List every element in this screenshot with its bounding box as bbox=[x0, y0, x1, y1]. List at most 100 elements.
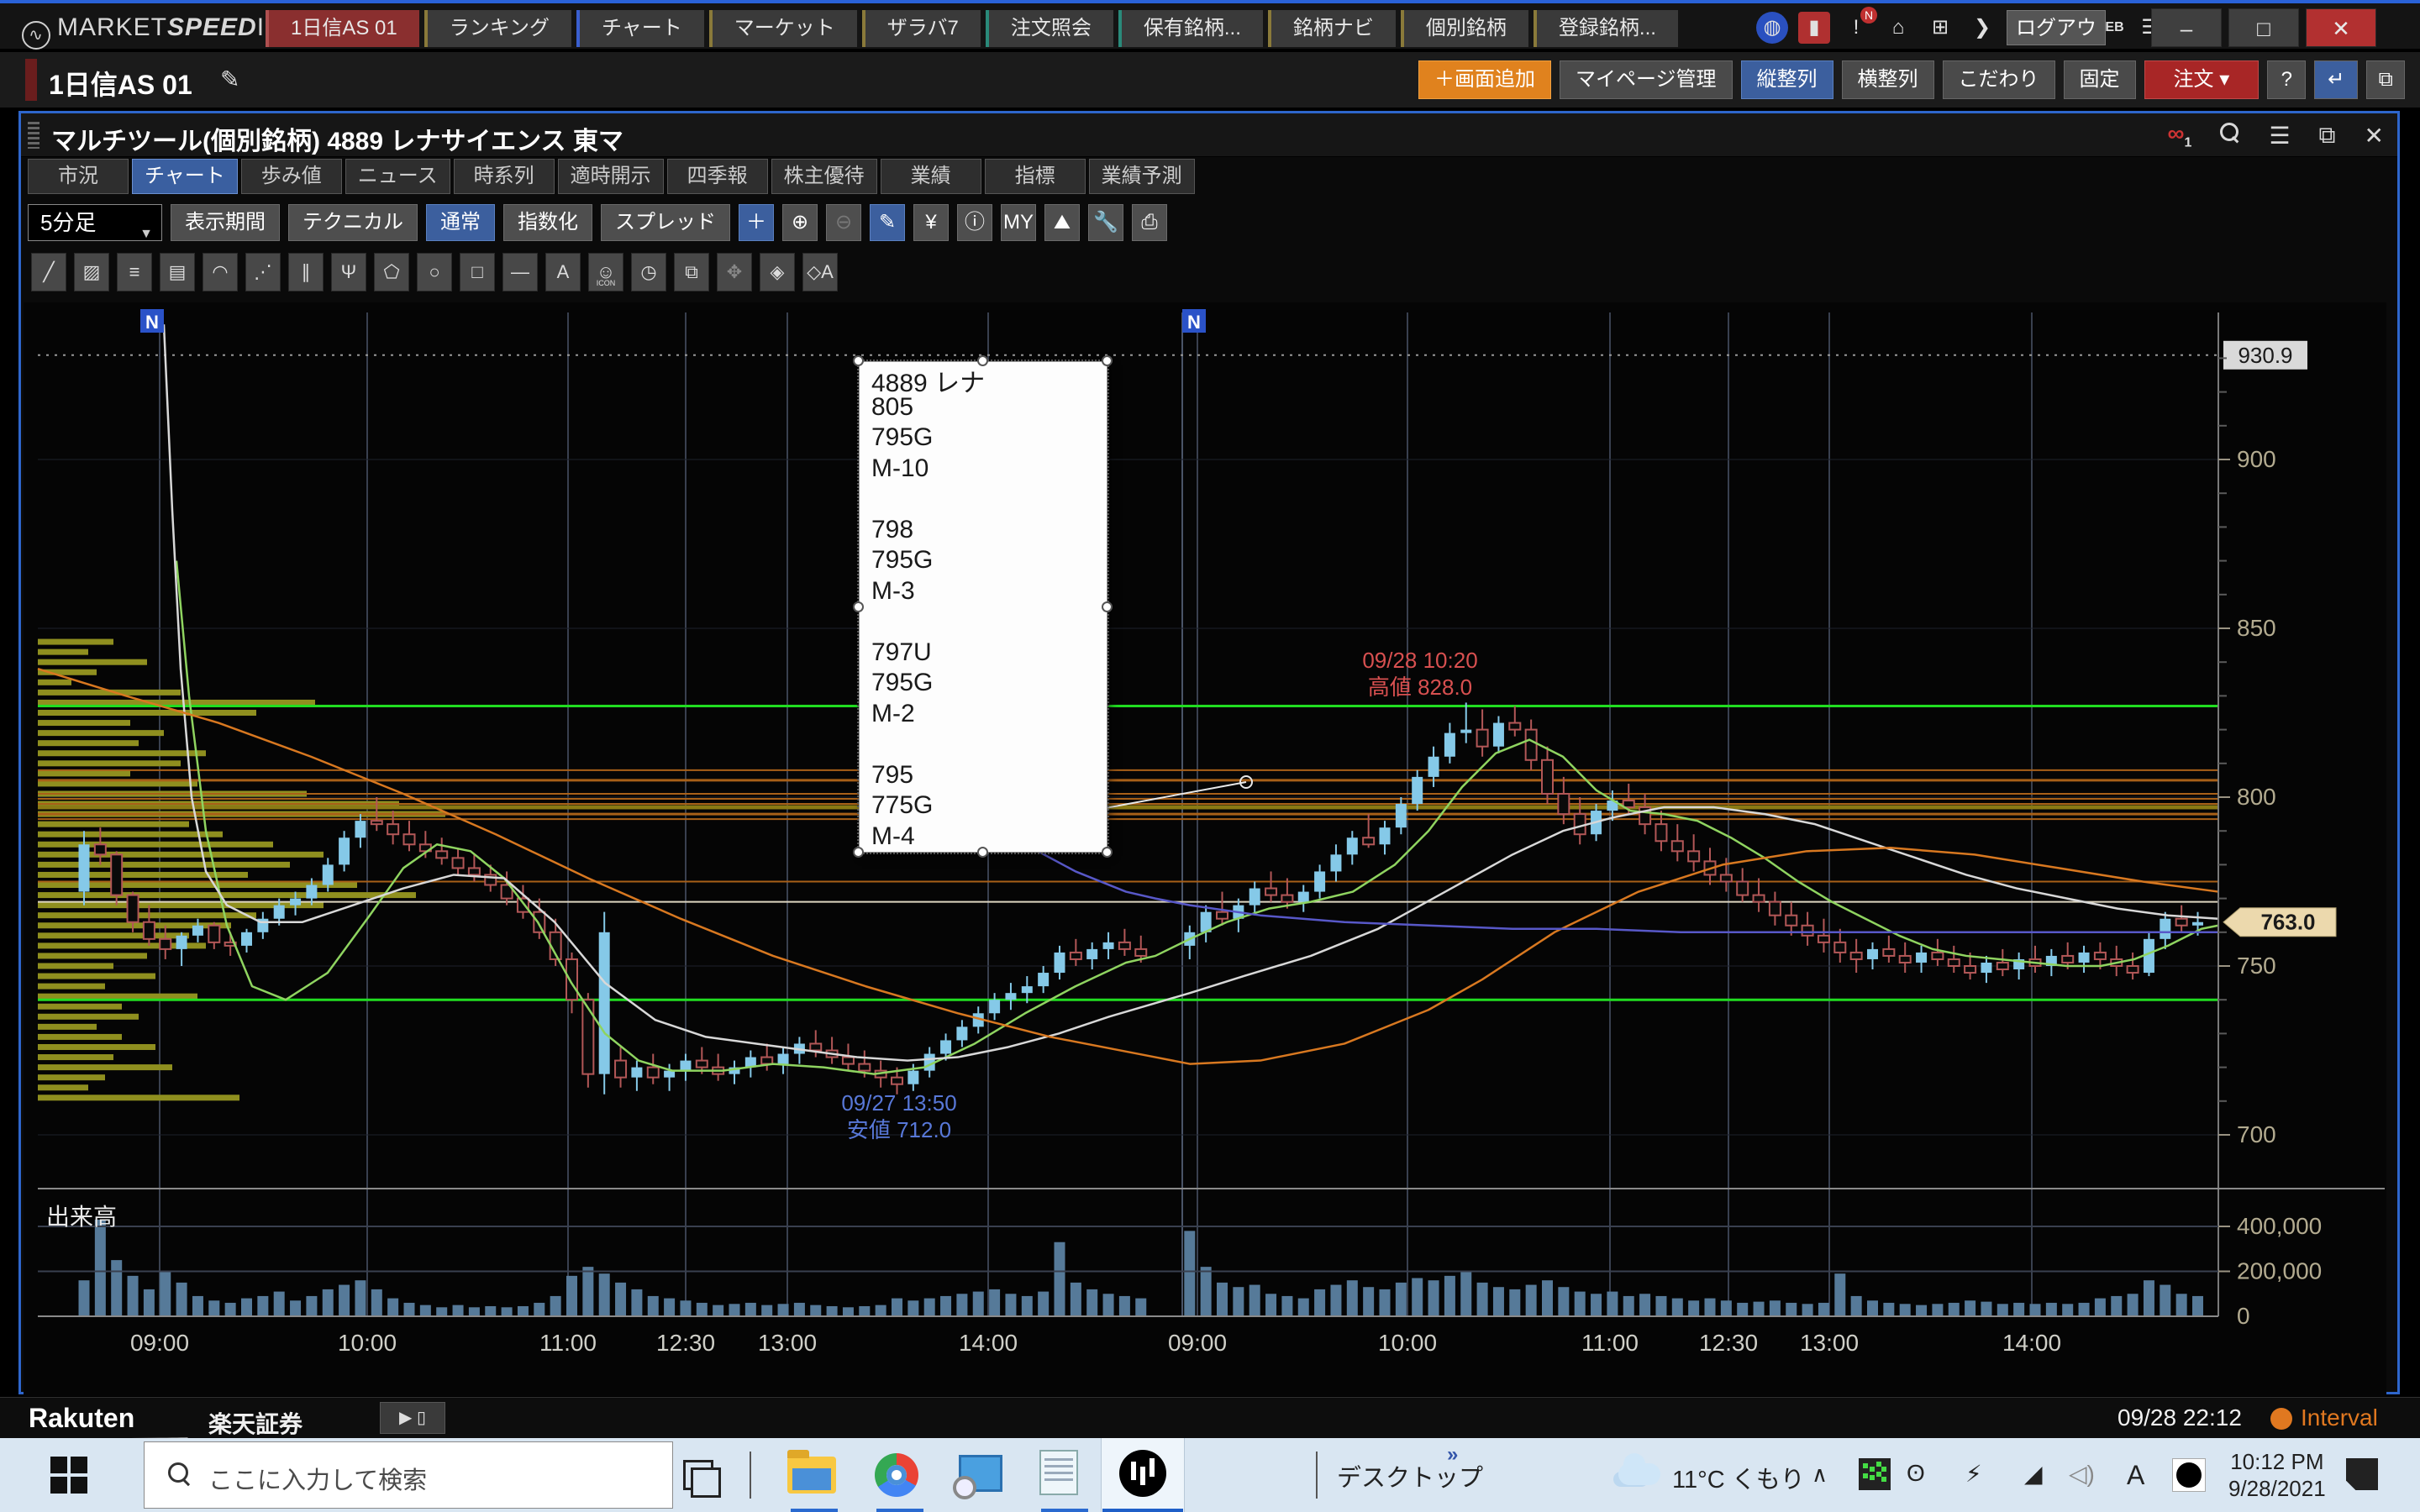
interval-select[interactable]: 5分足▼ bbox=[28, 204, 162, 241]
note-annotation[interactable]: 4889 レナ805795GM-10798795GM-3797U795GM-27… bbox=[859, 361, 1107, 853]
area-chart-icon[interactable]: ⛰ bbox=[1044, 204, 1080, 241]
workspace-button-注文 ▾[interactable]: 注文 ▾ bbox=[2144, 60, 2260, 99]
tab-時系列[interactable]: 時系列 bbox=[454, 159, 555, 194]
my-chart-icon[interactable]: MY bbox=[1001, 204, 1036, 241]
taskbar-clock[interactable]: 10:12 PM9/28/2021 bbox=[2228, 1448, 2326, 1502]
collapse-icon[interactable]: ❯ bbox=[1966, 12, 1998, 44]
pencil-icon[interactable]: ✎ bbox=[870, 204, 905, 241]
eraser-all-icon[interactable]: ◇A bbox=[802, 253, 838, 291]
hlines-3-icon[interactable]: ≡ bbox=[117, 253, 152, 291]
tray-marketspeed-icon[interactable] bbox=[2172, 1458, 2206, 1492]
notepad-icon[interactable] bbox=[1039, 1450, 1090, 1500]
selection-handle[interactable] bbox=[853, 847, 864, 858]
workspace-button-⧉[interactable]: ⧉ bbox=[2366, 60, 2405, 99]
close-icon[interactable]: ✕ bbox=[2365, 122, 2384, 150]
selection-handle[interactable] bbox=[853, 601, 864, 612]
circle-icon[interactable]: ○ bbox=[417, 253, 452, 291]
print-icon[interactable]: ⎙ bbox=[1132, 204, 1167, 241]
hlines-4-icon[interactable]: ▤ bbox=[160, 253, 195, 291]
tab-株主優待[interactable]: 株主優待 bbox=[771, 159, 877, 194]
zoom-in-icon[interactable]: ⊕ bbox=[782, 204, 818, 241]
pentagon-icon[interactable]: ⬠ bbox=[374, 253, 409, 291]
market-pulse-blue-icon[interactable]: ◍ bbox=[1756, 12, 1788, 44]
task-view-button[interactable] bbox=[683, 1460, 713, 1490]
tab-ニュース[interactable]: ニュース bbox=[345, 159, 450, 194]
weather-label[interactable]: 11°C くもり bbox=[1672, 1460, 1805, 1495]
crosshair-icon[interactable]: ＋ bbox=[739, 204, 774, 241]
selection-handle[interactable] bbox=[977, 847, 988, 858]
tray-power-icon[interactable]: ⚡ bbox=[1965, 1460, 1982, 1488]
logout-button[interactable]: ログアウト bbox=[2007, 10, 2106, 45]
cascade-icon[interactable]: ⧉ bbox=[2319, 122, 2336, 150]
workspace-button-↵[interactable]: ↵ bbox=[2314, 60, 2358, 99]
pitchfork-icon[interactable]: Ψ bbox=[331, 253, 366, 291]
app-tab-保有銘柄...[interactable]: 保有銘柄... bbox=[1118, 10, 1263, 47]
file-explorer-icon[interactable] bbox=[787, 1450, 838, 1500]
trendline-icon[interactable]: ╱ bbox=[31, 253, 66, 291]
app-tab-ザラバ7[interactable]: ザラバ7 bbox=[862, 10, 981, 47]
info-icon[interactable]: ⓘ bbox=[957, 204, 992, 241]
wrench-icon[interactable]: 🔧 bbox=[1088, 204, 1123, 241]
snip-icon[interactable] bbox=[959, 1450, 1009, 1500]
maximize-button[interactable]: □ bbox=[2228, 8, 2299, 47]
tab-業績予測[interactable]: 業績予測 bbox=[1089, 159, 1195, 194]
rect-icon[interactable]: □ bbox=[460, 253, 495, 291]
selection-handle[interactable] bbox=[853, 355, 864, 366]
notification-center-icon[interactable] bbox=[2346, 1458, 2378, 1490]
text-icon[interactable]: A bbox=[545, 253, 581, 291]
drag-grip-icon[interactable] bbox=[28, 122, 39, 149]
multitool-titlebar[interactable]: マルチツール(個別銘柄) 4889 レナサイエンス 東マ ∞1☰⧉✕ bbox=[21, 113, 2397, 157]
tab-指標[interactable]: 指標 bbox=[985, 159, 1086, 194]
app-tab-ランキング[interactable]: ランキング bbox=[424, 10, 571, 47]
clock-icon[interactable]: ◷ bbox=[631, 253, 666, 291]
yen-icon[interactable]: ¥ bbox=[913, 204, 949, 241]
app-tab-登録銘柄...[interactable]: 登録銘柄... bbox=[1534, 10, 1678, 47]
app-tab-注文照会[interactable]: 注文照会 bbox=[986, 10, 1113, 47]
price-chart[interactable]: 930.9900850800750700763.0400,000200,0000… bbox=[24, 302, 2386, 1396]
copy-icon[interactable]: ⧉ bbox=[674, 253, 709, 291]
app-tab-マーケット[interactable]: マーケット bbox=[709, 10, 857, 47]
app-tab-チャート[interactable]: チャート bbox=[576, 10, 704, 47]
selection-handle[interactable] bbox=[977, 355, 988, 366]
tab-業績[interactable]: 業績 bbox=[881, 159, 981, 194]
tray-expand-icon[interactable]: ∧ bbox=[1812, 1462, 1828, 1488]
market-pulse-red-icon[interactable]: ▮ bbox=[1798, 12, 1830, 44]
edit-workspace-icon[interactable]: ✎ bbox=[220, 66, 239, 93]
home-icon[interactable]: ⌂ bbox=[1882, 12, 1914, 44]
workspace-button-?[interactable]: ? bbox=[2267, 60, 2306, 99]
selection-handle[interactable] bbox=[1102, 601, 1113, 612]
close-button[interactable]: ✕ bbox=[2306, 8, 2376, 47]
zoom-out-icon[interactable]: ⊖ bbox=[826, 204, 861, 241]
workspace-button-こだわり[interactable]: こだわり bbox=[1943, 60, 2055, 99]
menu-icon[interactable]: ☰ bbox=[2269, 122, 2290, 150]
selection-handle[interactable] bbox=[1102, 847, 1113, 858]
workspace-button-縦整列[interactable]: 縦整列 bbox=[1741, 60, 1833, 99]
toolbar-button-表示期間[interactable]: 表示期間 bbox=[171, 204, 280, 241]
selection-handle[interactable] bbox=[1102, 355, 1113, 366]
app-tab-1日信AS 01[interactable]: 1日信AS 01 bbox=[266, 10, 419, 47]
tab-市況[interactable]: 市況 bbox=[28, 159, 129, 194]
desktop-toolbar-label[interactable]: デスクトップ bbox=[1337, 1458, 1483, 1494]
tab-適時開示[interactable]: 適時開示 bbox=[558, 159, 664, 194]
ime-indicator[interactable]: A bbox=[2127, 1460, 2144, 1491]
app-tab-銘柄ナビ[interactable]: 銘柄ナビ bbox=[1268, 10, 1396, 47]
stamp-icon[interactable]: ☺ICON bbox=[588, 253, 623, 291]
marketspeed-taskbar-tile[interactable] bbox=[1101, 1438, 1185, 1512]
add-window-icon[interactable]: ⊞ bbox=[1924, 12, 1956, 44]
alert-icon[interactable]: !N bbox=[1840, 12, 1872, 44]
workspace-button-マイページ管理[interactable]: マイページ管理 bbox=[1560, 60, 1733, 99]
tab-四季報[interactable]: 四季報 bbox=[667, 159, 768, 194]
toolbar-button-テクニカル[interactable]: テクニカル bbox=[288, 204, 418, 241]
taskbar-search-input[interactable]: ここに入力して検索 bbox=[144, 1441, 673, 1509]
eraser-icon[interactable]: ◈ bbox=[760, 253, 795, 291]
minimize-button[interactable]: – bbox=[2151, 8, 2222, 47]
fan-lines-icon[interactable]: ⋰ bbox=[245, 253, 281, 291]
tray-capture-icon[interactable]: ʘ bbox=[1907, 1460, 1925, 1487]
hand-icon[interactable]: ✥ bbox=[717, 253, 752, 291]
search-icon[interactable] bbox=[2220, 122, 2240, 149]
workspace-button-横整列[interactable]: 横整列 bbox=[1842, 60, 1934, 99]
toolbar-chevrons[interactable]: » bbox=[1447, 1443, 1458, 1467]
toolbar-button-通常[interactable]: 通常 bbox=[426, 204, 495, 241]
hseg-icon[interactable]: — bbox=[502, 253, 538, 291]
workspace-button-＋画面追加[interactable]: ＋画面追加 bbox=[1418, 60, 1551, 99]
